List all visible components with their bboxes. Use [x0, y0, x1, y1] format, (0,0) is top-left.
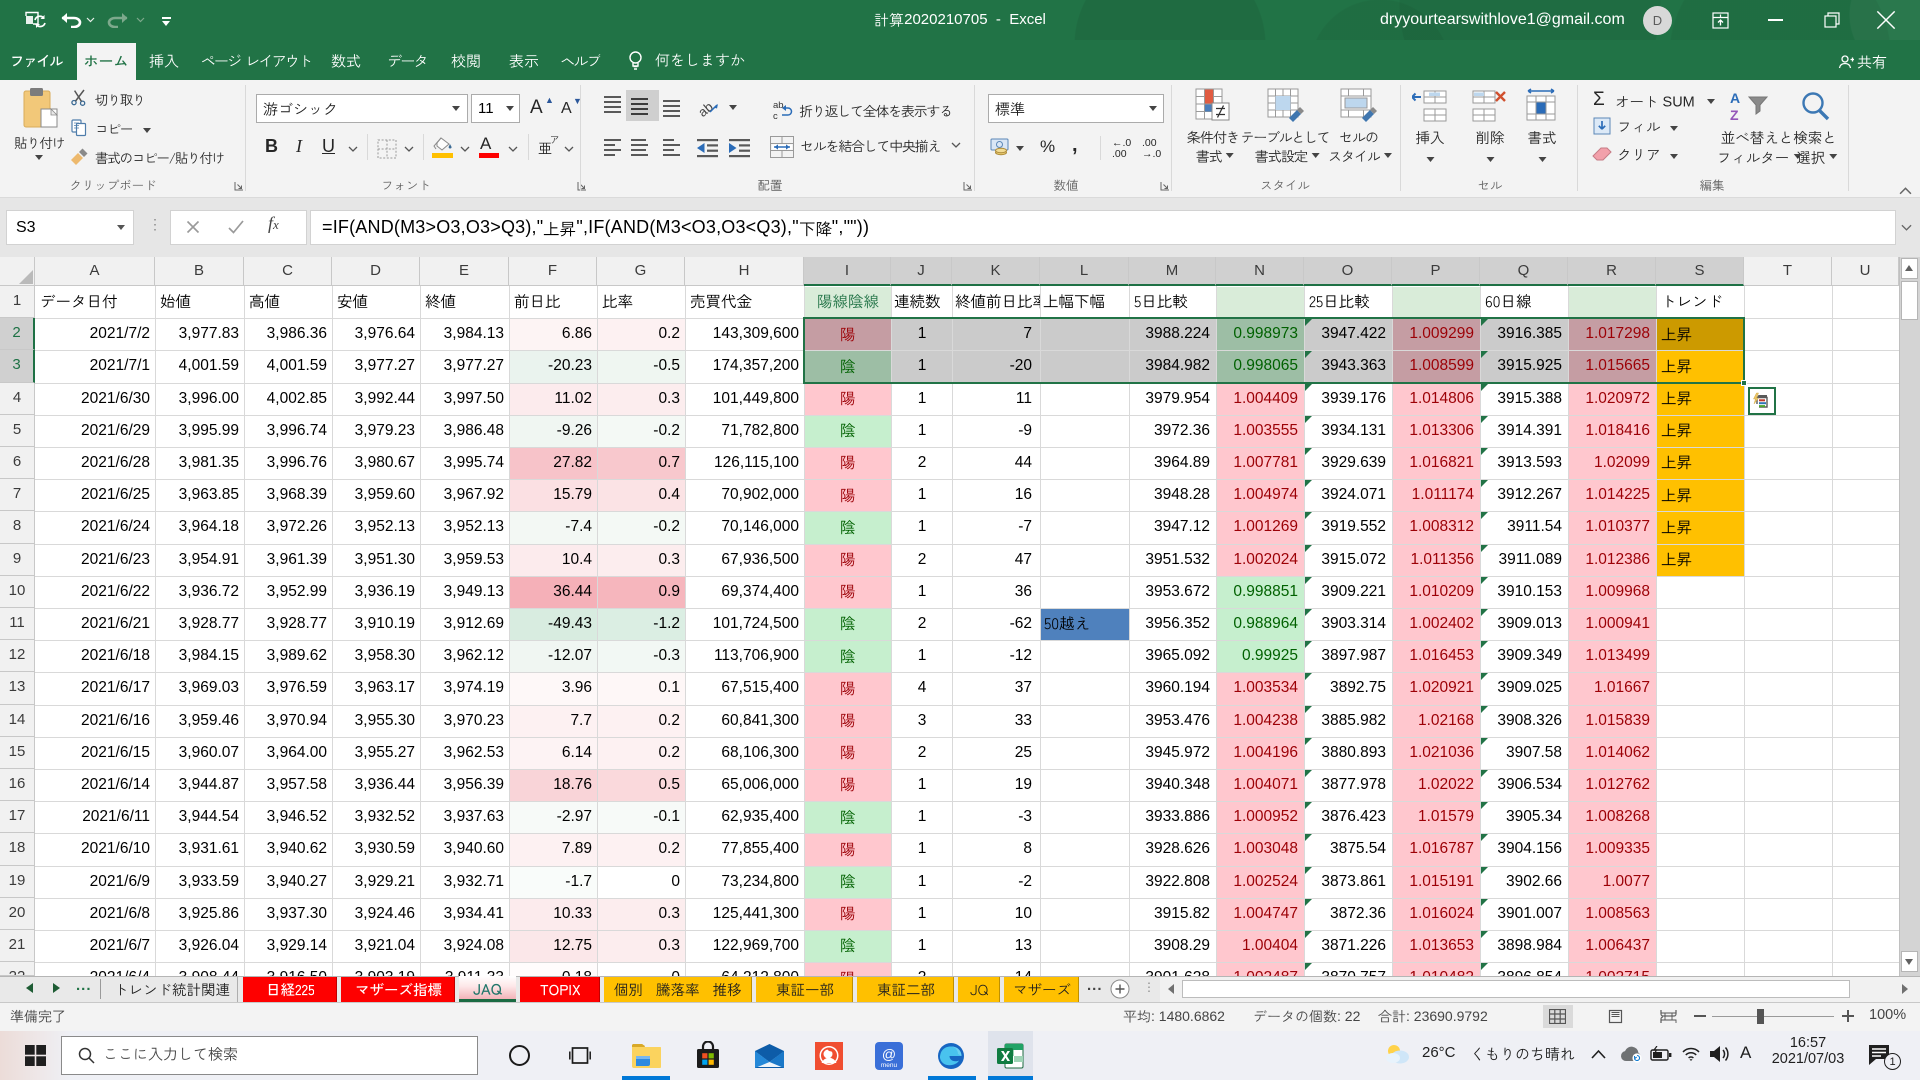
- svg-text:menu: menu: [881, 1062, 898, 1069]
- svg-text:c: c: [773, 111, 778, 121]
- svg-text:@: @: [882, 1046, 896, 1062]
- svg-text:ab: ab: [773, 100, 784, 111]
